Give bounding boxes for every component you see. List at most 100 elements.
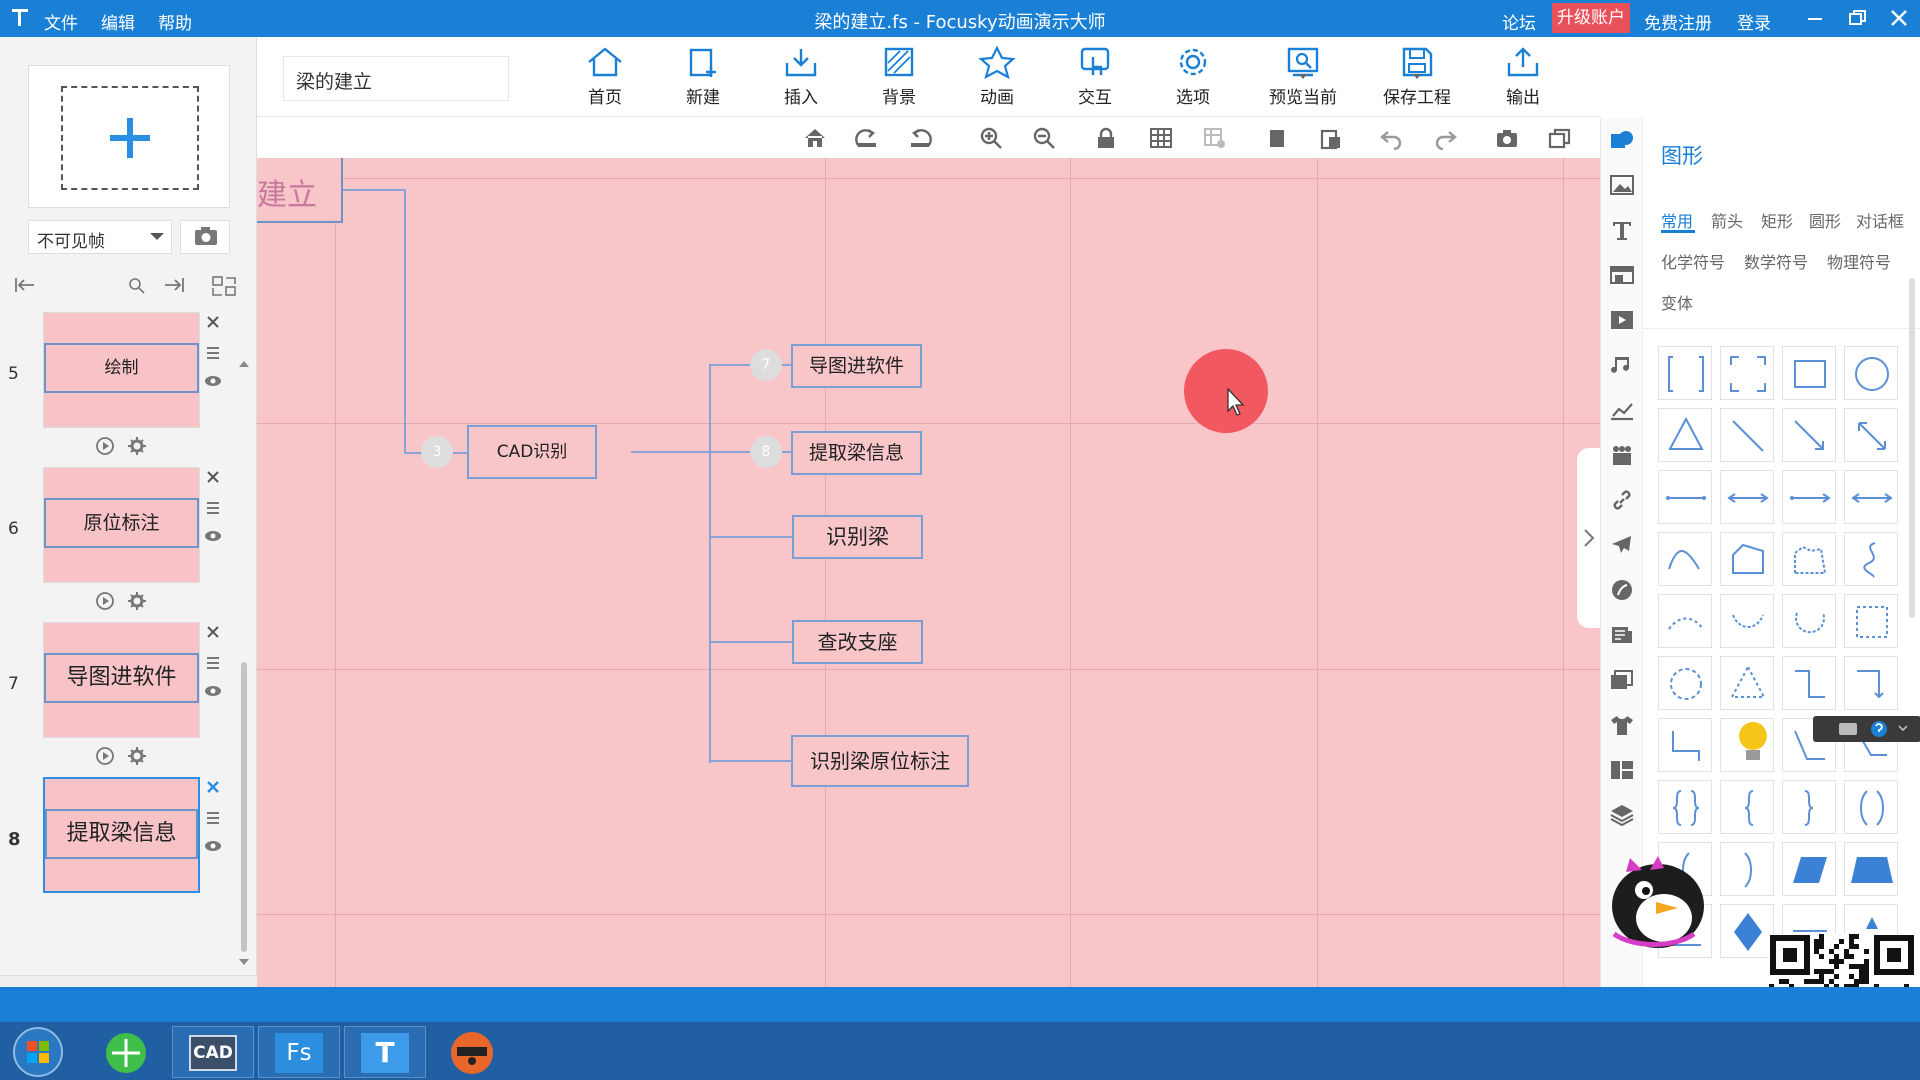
- start-button-icon[interactable]: [10, 1024, 66, 1080]
- gear-icon[interactable]: [128, 437, 146, 455]
- gear-icon[interactable]: [128, 747, 146, 765]
- tab-dialogs[interactable]: 对话框: [1856, 208, 1904, 232]
- zoom-in-icon[interactable]: [979, 126, 1005, 150]
- mindmap-node[interactable]: 识别梁原位标注: [791, 735, 969, 787]
- shape-cell[interactable]: [1844, 346, 1898, 400]
- shape-cell[interactable]: [1782, 842, 1836, 896]
- delete-icon[interactable]: [203, 622, 223, 642]
- home-button[interactable]: 首页: [565, 45, 645, 108]
- menu-icon[interactable]: [203, 344, 223, 362]
- tab-rectangles[interactable]: 矩形: [1761, 208, 1793, 232]
- delete-icon[interactable]: [203, 467, 223, 487]
- shape-cell[interactable]: [1782, 470, 1836, 524]
- new-button[interactable]: 新建: [663, 45, 743, 108]
- panel-collapse-handle[interactable]: [1577, 448, 1600, 628]
- home-view-icon[interactable]: [802, 126, 828, 150]
- upgrade-account-button[interactable]: 升级账户: [1552, 3, 1630, 33]
- grid-icon[interactable]: [1148, 126, 1174, 150]
- frame-type-select[interactable]: 不可见帧: [28, 220, 172, 254]
- eye-icon[interactable]: [203, 527, 223, 545]
- eye-icon[interactable]: [203, 372, 223, 390]
- mindmap-node[interactable]: 提取梁信息: [791, 431, 922, 475]
- menu-file[interactable]: 文件: [44, 9, 78, 34]
- undo-icon[interactable]: [1379, 126, 1405, 150]
- layers-icon[interactable]: [1609, 803, 1635, 827]
- shapes-icon[interactable]: [1609, 128, 1635, 152]
- gear-icon[interactable]: [128, 592, 146, 610]
- camera-button[interactable]: [180, 220, 230, 254]
- people-icon[interactable]: [1609, 443, 1635, 467]
- tab-arrows[interactable]: 箭头: [1711, 208, 1743, 232]
- restore-icon[interactable]: [1844, 6, 1870, 30]
- rotate-left-icon[interactable]: [907, 126, 933, 150]
- rotate-right-icon[interactable]: [854, 126, 880, 150]
- shape-cell[interactable]: [1844, 470, 1898, 524]
- register-link[interactable]: 免费注册: [1644, 9, 1712, 34]
- shape-cell[interactable]: [1844, 594, 1898, 648]
- insert-button[interactable]: 插入: [761, 45, 841, 108]
- search-icon[interactable]: [128, 277, 146, 295]
- last-frame-icon[interactable]: [163, 276, 185, 294]
- minimize-icon[interactable]: [1802, 6, 1828, 30]
- shape-cell[interactable]: [1782, 780, 1836, 834]
- shape-cell[interactable]: [1720, 346, 1774, 400]
- shape-cell[interactable]: [1782, 594, 1836, 648]
- shape-cell[interactable]: [1658, 346, 1712, 400]
- editing-canvas[interactable]: 建立 3 CAD识别 7 导图进软件 8 提取梁信息 识别梁 查改支座 识别梁原…: [257, 158, 1600, 987]
- tab-common[interactable]: 常用: [1661, 208, 1693, 232]
- shape-cell[interactable]: [1658, 656, 1712, 710]
- eye-icon[interactable]: [203, 682, 223, 700]
- frame-thumbnail[interactable]: 导图进软件: [43, 622, 200, 738]
- add-frame-button[interactable]: [28, 65, 230, 208]
- shape-cell[interactable]: [1658, 470, 1712, 524]
- interact-button[interactable]: 交互: [1055, 45, 1135, 108]
- shapes-scrollbar[interactable]: [1909, 278, 1915, 618]
- copy-icon[interactable]: [1265, 126, 1291, 150]
- text-icon[interactable]: [1609, 218, 1635, 242]
- shape-cell[interactable]: [1782, 346, 1836, 400]
- mindmap-node[interactable]: 识别梁: [792, 515, 923, 559]
- shape-cell[interactable]: [1844, 408, 1898, 462]
- flash-icon[interactable]: [1609, 578, 1635, 602]
- shape-cell[interactable]: [1720, 408, 1774, 462]
- frame-thumbnail[interactable]: 提取梁信息: [43, 777, 200, 893]
- shape-cell[interactable]: [1720, 656, 1774, 710]
- shape-cell[interactable]: [1720, 904, 1774, 958]
- paste-icon[interactable]: [1318, 126, 1344, 150]
- root-node-cad[interactable]: CAD识别: [467, 425, 597, 479]
- shape-cell[interactable]: [1658, 532, 1712, 586]
- shape-cell[interactable]: [1782, 408, 1836, 462]
- video-icon[interactable]: [1609, 308, 1635, 332]
- shape-cell[interactable]: [1720, 780, 1774, 834]
- screenshot-icon[interactable]: [1494, 126, 1520, 150]
- first-frame-icon[interactable]: [14, 276, 36, 294]
- chart-icon[interactable]: [1609, 398, 1635, 422]
- shape-cell[interactable]: [1844, 780, 1898, 834]
- frames-scrollbar[interactable]: [238, 357, 250, 972]
- music-icon[interactable]: [1609, 353, 1635, 377]
- window-mode-icon[interactable]: [1547, 126, 1573, 150]
- tab-math[interactable]: 数学符号: [1744, 249, 1808, 273]
- login-link[interactable]: 登录: [1737, 9, 1771, 34]
- mindmap-node[interactable]: 查改支座: [792, 620, 923, 664]
- close-icon[interactable]: [1886, 6, 1912, 30]
- zoom-out-icon[interactable]: [1032, 126, 1058, 150]
- frame-thumbnail[interactable]: 原位标注: [43, 467, 200, 583]
- frame-thumbnail[interactable]: 绘制: [43, 312, 200, 428]
- shape-cell[interactable]: [1658, 594, 1712, 648]
- shape-cell[interactable]: [1844, 532, 1898, 586]
- menu-icon[interactable]: [203, 654, 223, 672]
- image-icon[interactable]: [1609, 173, 1635, 197]
- shirt-icon[interactable]: [1609, 713, 1635, 737]
- taskbar-app-text[interactable]: T: [344, 1026, 426, 1078]
- taskbar-app-focusky[interactable]: Fs: [258, 1026, 340, 1078]
- delete-icon[interactable]: [203, 312, 223, 332]
- shape-cell[interactable]: [1720, 594, 1774, 648]
- shape-cell[interactable]: [1844, 842, 1898, 896]
- menu-icon[interactable]: [203, 809, 223, 827]
- document-name-field[interactable]: 梁的建立: [283, 56, 509, 101]
- background-button[interactable]: 背景: [859, 45, 939, 108]
- news-icon[interactable]: [1609, 623, 1635, 647]
- options-button[interactable]: 选项: [1153, 45, 1233, 108]
- menu-help[interactable]: 帮助: [158, 9, 192, 34]
